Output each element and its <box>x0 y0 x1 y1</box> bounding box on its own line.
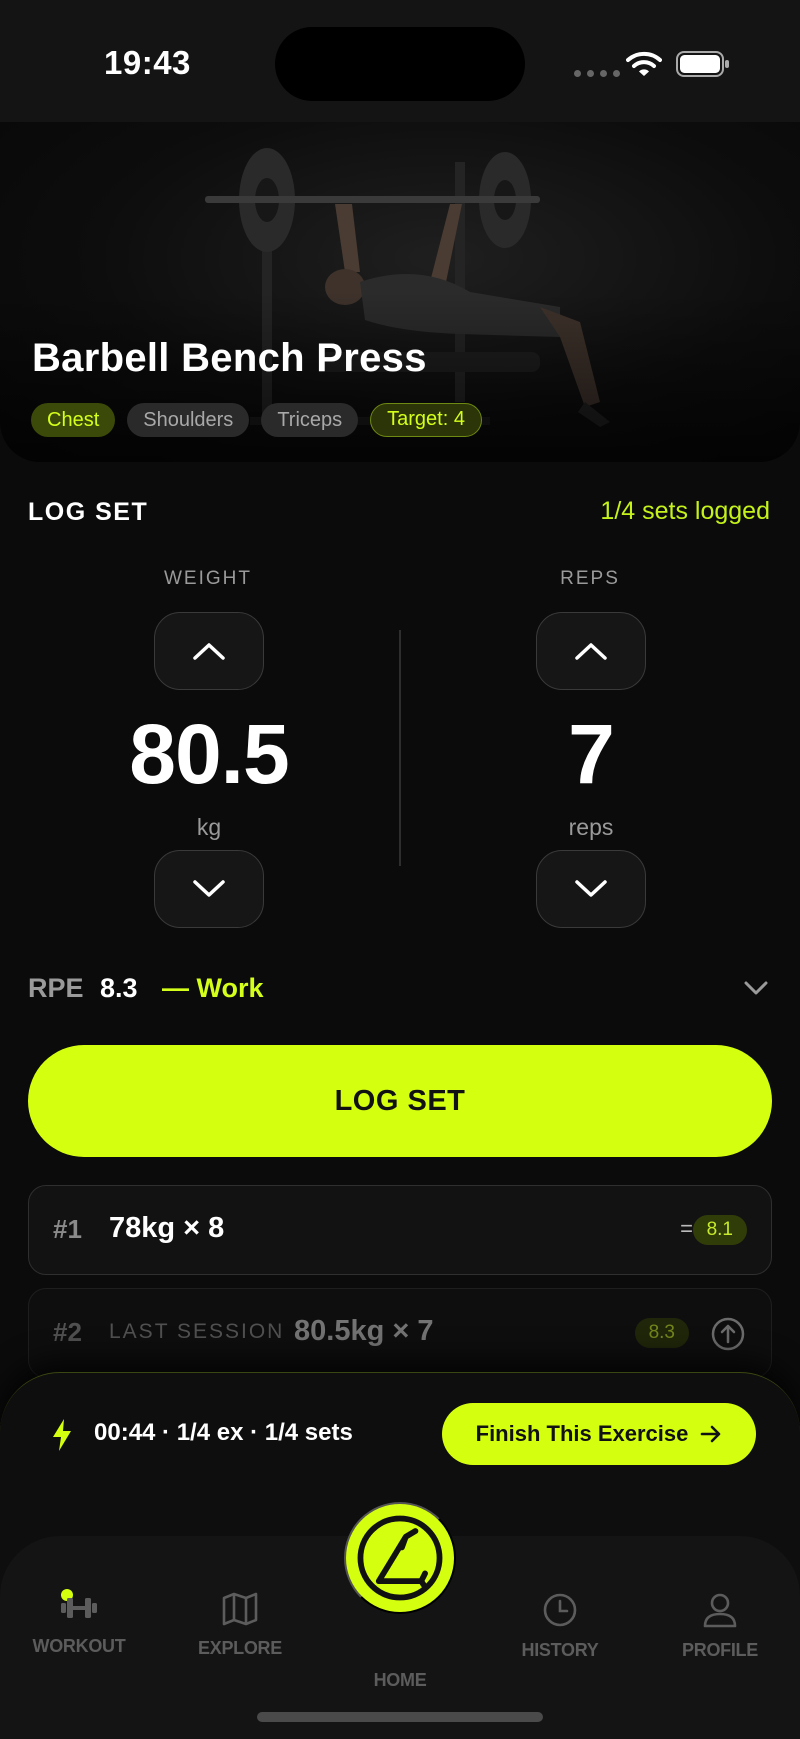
set-number: #2 <box>53 1317 82 1347</box>
weight-unit: kg <box>196 814 222 840</box>
map-icon <box>222 1592 258 1626</box>
status-time: 19:43 <box>104 44 191 81</box>
reps-decrement-button[interactable] <box>536 850 646 928</box>
reps-unit: reps <box>568 814 614 840</box>
weight-decrement-button[interactable] <box>154 850 264 928</box>
tab-label: EXPLORE <box>198 1638 282 1658</box>
tab-home-button[interactable] <box>344 1502 456 1614</box>
set-number: #1 <box>53 1214 82 1244</box>
tag-triceps: Triceps <box>261 403 359 437</box>
set-row[interactable]: #1 78kg × 8 = 8.1 <box>28 1185 772 1275</box>
session-stats: 00:44 · 1/4 ex · 1/4 sets <box>94 1419 353 1446</box>
tab-label: HISTORY <box>521 1640 599 1660</box>
tab-history[interactable]: HISTORY <box>500 1592 620 1661</box>
rpe-expand-chevron-icon[interactable] <box>742 976 770 1000</box>
set-summary: 80.5kg × 7 <box>294 1315 434 1347</box>
rpe-zone: — Work <box>162 973 264 1003</box>
reps-value: 7 <box>568 707 615 801</box>
tab-explore[interactable]: EXPLORE <box>180 1592 300 1659</box>
stepper-divider <box>399 630 401 866</box>
cellular-signal-icon <box>574 70 620 77</box>
home-indicator <box>257 1712 543 1722</box>
set-summary: 78kg × 8 <box>109 1212 225 1244</box>
muscle-tags: Chest Shoulders Triceps Target: 4 <box>31 403 482 437</box>
rpe-value[interactable]: 8.3 <box>100 973 138 1004</box>
tab-label: PROFILE <box>682 1640 758 1660</box>
weight-value: 80.5 <box>129 707 290 801</box>
arrow-right-icon <box>701 1425 721 1443</box>
tab-label: WORKOUT <box>32 1636 126 1656</box>
set-rpe-badge: 8.3 <box>634 1318 689 1348</box>
set-row[interactable]: #2 LAST SESSION 80.5kg × 7 8.3 <box>28 1288 772 1378</box>
reps-increment-button[interactable] <box>536 612 646 690</box>
chevron-down-icon <box>575 880 607 897</box>
exercise-title: Barbell Bench Press <box>32 336 427 380</box>
finish-exercise-label: Finish This Exercise <box>475 1421 689 1446</box>
chevron-up-icon <box>193 643 225 660</box>
tag-chest: Chest <box>31 403 116 437</box>
tab-home-label-wrap: HOME <box>340 1658 460 1691</box>
dumbbell-icon <box>61 1598 97 1618</box>
finish-exercise-button[interactable]: Finish This Exercise <box>442 1403 756 1465</box>
tab-label: HOME <box>373 1670 427 1690</box>
rpe-label: RPE <box>28 973 84 1003</box>
reps-label: REPS <box>560 568 620 589</box>
weight-increment-button[interactable] <box>154 612 264 690</box>
dynamic-island <box>275 27 525 101</box>
lightning-bolt-icon <box>53 1419 71 1451</box>
home-logo-icon <box>357 1515 443 1601</box>
user-icon <box>703 1593 737 1628</box>
chevron-up-icon <box>575 643 607 660</box>
tab-profile[interactable]: PROFILE <box>660 1592 780 1661</box>
weight-label: WEIGHT <box>164 568 252 589</box>
tab-workout[interactable]: WORKOUT <box>19 1592 139 1657</box>
wifi-icon <box>626 51 662 76</box>
log-set-heading: LOG SET <box>28 498 149 526</box>
target-sets-badge: Target: 4 <box>370 403 482 437</box>
equal-indicator: = <box>680 1216 693 1241</box>
set-rpe-badge: 8.1 <box>692 1215 747 1245</box>
chevron-down-icon <box>193 880 225 897</box>
status-bar: 19:43 <box>0 0 800 122</box>
log-set-button[interactable]: LOG SET <box>28 1045 772 1157</box>
clock-icon <box>543 1593 577 1627</box>
sets-logged-count: 1/4 sets logged <box>600 497 770 525</box>
arrow-up-circle-icon[interactable] <box>711 1317 745 1351</box>
battery-icon <box>676 51 729 77</box>
last-session-label: LAST SESSION <box>109 1320 285 1343</box>
tag-shoulders: Shoulders <box>127 403 250 437</box>
